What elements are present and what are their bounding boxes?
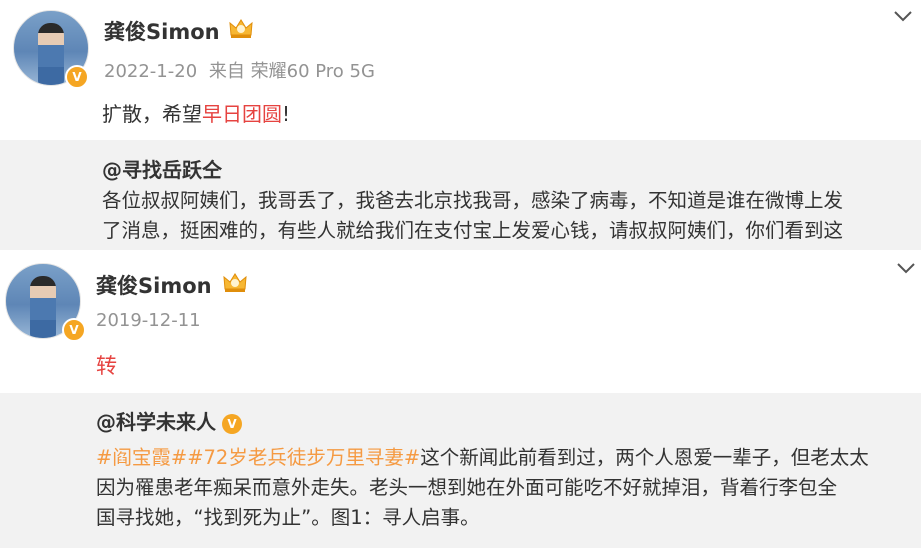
quote-line: #阎宝霞##72岁老兵徒步万里寻妻#这个新闻此前看到过，两个人恩爱一辈子，但老太… [96, 443, 911, 473]
chevron-down-icon[interactable] [893, 9, 913, 23]
weibo-post-2: V 龚俊Simon 2019-12-11 转 @科学未来人 V #阎宝霞##72岁… [0, 250, 921, 548]
quote-text: 各位叔叔阿姨们，我哥丢了，我爸去北京找我哥，感染了病毒，不知道是谁在微博上发 了… [102, 186, 917, 246]
hashtag-link[interactable]: #阎宝霞# [96, 446, 187, 469]
verified-badge-icon: V [222, 413, 242, 434]
post-meta: 2022-1-20 来自 荣耀60 Pro 5G [104, 57, 375, 83]
weibo-post-1: V 龚俊Simon 2022-1-20 来自 荣耀60 Pro 5G 扩散，希望… [0, 0, 921, 250]
quote-line: 因为罹患老年痴呆而意外走失。老头一想到她在外面可能吃不好就掉泪，背着行李包全 [96, 476, 838, 499]
hashtag-link[interactable]: #72岁老兵徒步万里寻妻# [187, 446, 420, 469]
quote-author-row: @科学未来人 V [96, 406, 242, 435]
post-text-highlight: 早日团圆 [202, 102, 282, 126]
post-text: 转 [96, 354, 117, 378]
quote-line: 国寻找她，“找到死为止”。图1：寻人启事。 [96, 506, 480, 529]
retweet-quote[interactable]: @科学未来人 V #阎宝霞##72岁老兵徒步万里寻妻#这个新闻此前看到过，两个人恩… [0, 393, 921, 548]
quote-text: #阎宝霞##72岁老兵徒步万里寻妻#这个新闻此前看到过，两个人恩爱一辈子，但老太… [96, 443, 911, 533]
post-text: 扩散，希望早日团圆! [102, 98, 290, 127]
post-date[interactable]: 2022-1-20 [104, 61, 197, 82]
retweet-quote[interactable]: @寻找岳跃仝 各位叔叔阿姨们，我哥丢了，我爸去北京找我哥，感染了病毒，不知道是谁… [0, 140, 921, 250]
quote-line: 各位叔叔阿姨们，我哥丢了，我爸去北京找我哥，感染了病毒，不知道是谁在微博上发 [102, 189, 844, 212]
author-name[interactable]: 龚俊Simon [96, 270, 212, 300]
author-name[interactable]: 龚俊Simon [104, 16, 220, 46]
quote-author[interactable]: @寻找岳跃仝 [102, 154, 222, 183]
post-text-end: ! [282, 102, 291, 126]
crown-icon [223, 273, 247, 292]
post-source: 来自 荣耀60 Pro 5G [208, 61, 375, 82]
post-text-plain: 扩散，希望 [102, 102, 202, 126]
verified-badge-icon: V [62, 318, 86, 342]
quote-line-text: 这个新闻此前看到过，两个人恩爱一辈子，但老太太 [420, 446, 869, 469]
crown-icon [229, 19, 253, 38]
quote-line: 了消息，挺困难的，有些人就给我们在支付宝上发爱心钱，请叔叔阿姨们，你们看到这 [102, 219, 844, 242]
post-date[interactable]: 2019-12-11 [96, 310, 201, 331]
chevron-down-icon[interactable] [896, 261, 916, 275]
quote-author[interactable]: @科学未来人 [96, 410, 216, 434]
verified-badge-icon: V [65, 65, 89, 89]
